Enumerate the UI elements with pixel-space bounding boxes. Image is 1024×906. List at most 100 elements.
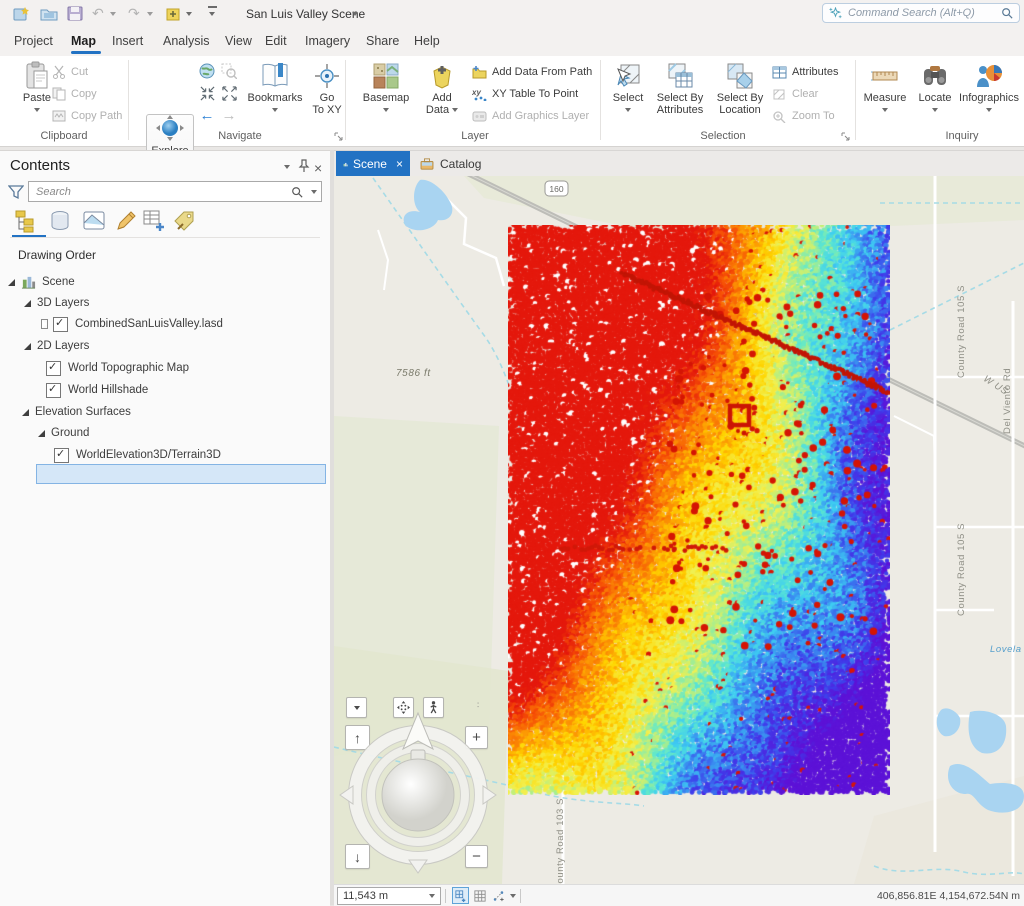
fixed-zoom-in-button[interactable] [198,84,216,102]
navigation-wheel[interactable] [338,711,498,881]
tab-analysis[interactable]: Analysis [163,34,210,48]
close-tab-icon[interactable]: × [396,157,403,171]
go-to-xy-button[interactable]: Go To XY [308,60,346,116]
close-pane-icon[interactable]: × [314,160,322,176]
tab-edit[interactable]: Edit [265,34,287,48]
open-project-icon[interactable] [40,5,58,23]
locate-button[interactable]: Locate [914,60,956,112]
table-add-icon[interactable] [142,209,166,233]
add-data-from-path-button[interactable]: Add Data From Path [472,63,592,81]
tree-item-scene[interactable]: Scene [8,273,75,291]
edit-pencil-icon[interactable] [114,209,138,233]
search-options-chevron[interactable] [311,190,317,194]
snapping-chevron[interactable] [510,894,516,898]
topo-checkbox[interactable] [46,361,61,376]
infographics-button[interactable]: Infographics [958,60,1020,112]
navigate-dialog-launcher[interactable] [334,132,344,142]
terrain-checkbox[interactable] [54,448,69,463]
cut-button[interactable]: Cut [52,63,88,81]
undo-dropdown-chevron[interactable] [110,12,116,16]
expand-icon[interactable] [8,279,15,286]
measure-chevron[interactable] [882,108,888,112]
tree-item-world-topographic[interactable]: World Topographic Map [46,359,189,377]
select-button[interactable]: Select [608,60,648,112]
previous-extent-button[interactable]: ← [198,106,216,124]
full-extent-button[interactable] [198,62,216,80]
selection-dialog-launcher[interactable] [841,132,851,142]
tree-item-elevation-surfaces[interactable]: Elevation Surfaces [22,403,131,421]
tab-project[interactable]: Project [14,34,53,48]
tree-item-lasd[interactable]: CombinedSanLuisValley.lasd [42,315,223,333]
fixed-zoom-out-button[interactable] [220,84,238,102]
add-note-icon[interactable] [164,5,182,23]
copy-button[interactable]: Copy [52,85,97,103]
expand-icon[interactable] [38,430,45,437]
tree-item-terrain3d[interactable]: WorldElevation3D/Terrain3D [54,446,221,464]
bookmarks-button[interactable]: Bookmarks [246,60,304,112]
snapping-options-button[interactable] [490,887,507,904]
labeling-tag-icon[interactable] [172,209,196,233]
tree-item-ground[interactable]: Ground [38,424,89,442]
basemap-chevron[interactable] [383,108,389,112]
paste-chevron[interactable] [34,108,40,112]
grid-toggle-button[interactable] [471,887,488,904]
tab-help[interactable]: Help [414,34,440,48]
command-search-box[interactable]: Command Search (Alt+Q) [822,3,1020,23]
search-icon[interactable] [291,186,303,198]
snap-mode-button[interactable] [452,887,469,904]
tab-share[interactable]: Share [366,34,399,48]
tab-view[interactable]: View [225,34,252,48]
tree-item-3d-layers[interactable]: 3D Layers [24,294,89,312]
xy-table-to-point-button[interactable]: xy XY Table To Point [472,85,578,103]
add-note-dropdown-chevron[interactable] [186,12,192,16]
expand-icon[interactable] [22,409,29,416]
tab-scene-view[interactable]: Scene × [336,151,410,177]
hillshade-checkbox[interactable] [46,383,61,398]
zoom-to-selection-small-button[interactable]: Zoom To [772,107,835,125]
filter-icon[interactable] [8,184,24,200]
search-icon[interactable] [1001,7,1013,19]
expand-icon[interactable] [24,343,31,350]
lasd-checkbox[interactable] [53,317,68,332]
scene-view-canvas[interactable]: 160 7586 ft County Road 105 S County Roa… [334,176,1024,884]
select-chevron[interactable] [625,108,631,112]
redo-dropdown-chevron[interactable] [147,12,153,16]
lidar-point-cloud[interactable] [508,225,890,795]
project-title[interactable]: San Luis Valley Scene [246,7,365,21]
redo-button[interactable]: ↷ [128,5,140,22]
customize-toolbar-icon[interactable] [208,6,217,8]
add-data-button[interactable]: Add Data [420,60,464,116]
tab-catalog-view[interactable]: Catalog [412,151,496,177]
select-by-attributes-button[interactable]: Select By Attributes [652,60,708,116]
locate-chevron[interactable] [932,108,938,112]
collapse-icon[interactable] [42,320,47,328]
tree-item-world-hillshade[interactable]: World Hillshade [46,381,148,399]
undo-button[interactable]: ↶ [92,5,104,22]
basemap-button[interactable]: Basemap [360,60,412,112]
measure-button[interactable]: Measure [860,60,910,112]
zoom-to-selection-button[interactable] [220,62,238,80]
add-data-chevron[interactable] [452,108,458,112]
pin-icon[interactable] [298,159,310,173]
tab-insert[interactable]: Insert [112,34,143,48]
snapshot-icon[interactable] [82,209,106,233]
attributes-button[interactable]: Attributes [772,63,838,81]
select-by-location-button[interactable]: Select By Location [712,60,768,116]
new-project-icon[interactable] [12,5,30,23]
customize-toolbar-chevron[interactable] [209,12,215,16]
tree-item-2d-layers[interactable]: 2D Layers [24,337,89,355]
pane-menu-chevron[interactable] [284,165,290,169]
tab-imagery[interactable]: Imagery [305,34,350,48]
project-title-chevron[interactable] [352,12,358,16]
navigator-sphere[interactable] [382,759,454,831]
bookmarks-chevron[interactable] [272,108,278,112]
clear-selection-button[interactable]: Clear [772,85,818,103]
copy-path-button[interactable]: Copy Path [52,107,122,125]
save-project-icon[interactable] [66,5,84,23]
expand-icon[interactable] [24,300,31,307]
infographics-chevron[interactable] [986,108,992,112]
list-by-data-source-icon[interactable] [48,209,72,233]
scale-selector[interactable]: 11,543 m [337,887,441,905]
contents-search-box[interactable]: Search [28,181,322,202]
tree-item-lasd-selection[interactable] [36,464,326,484]
